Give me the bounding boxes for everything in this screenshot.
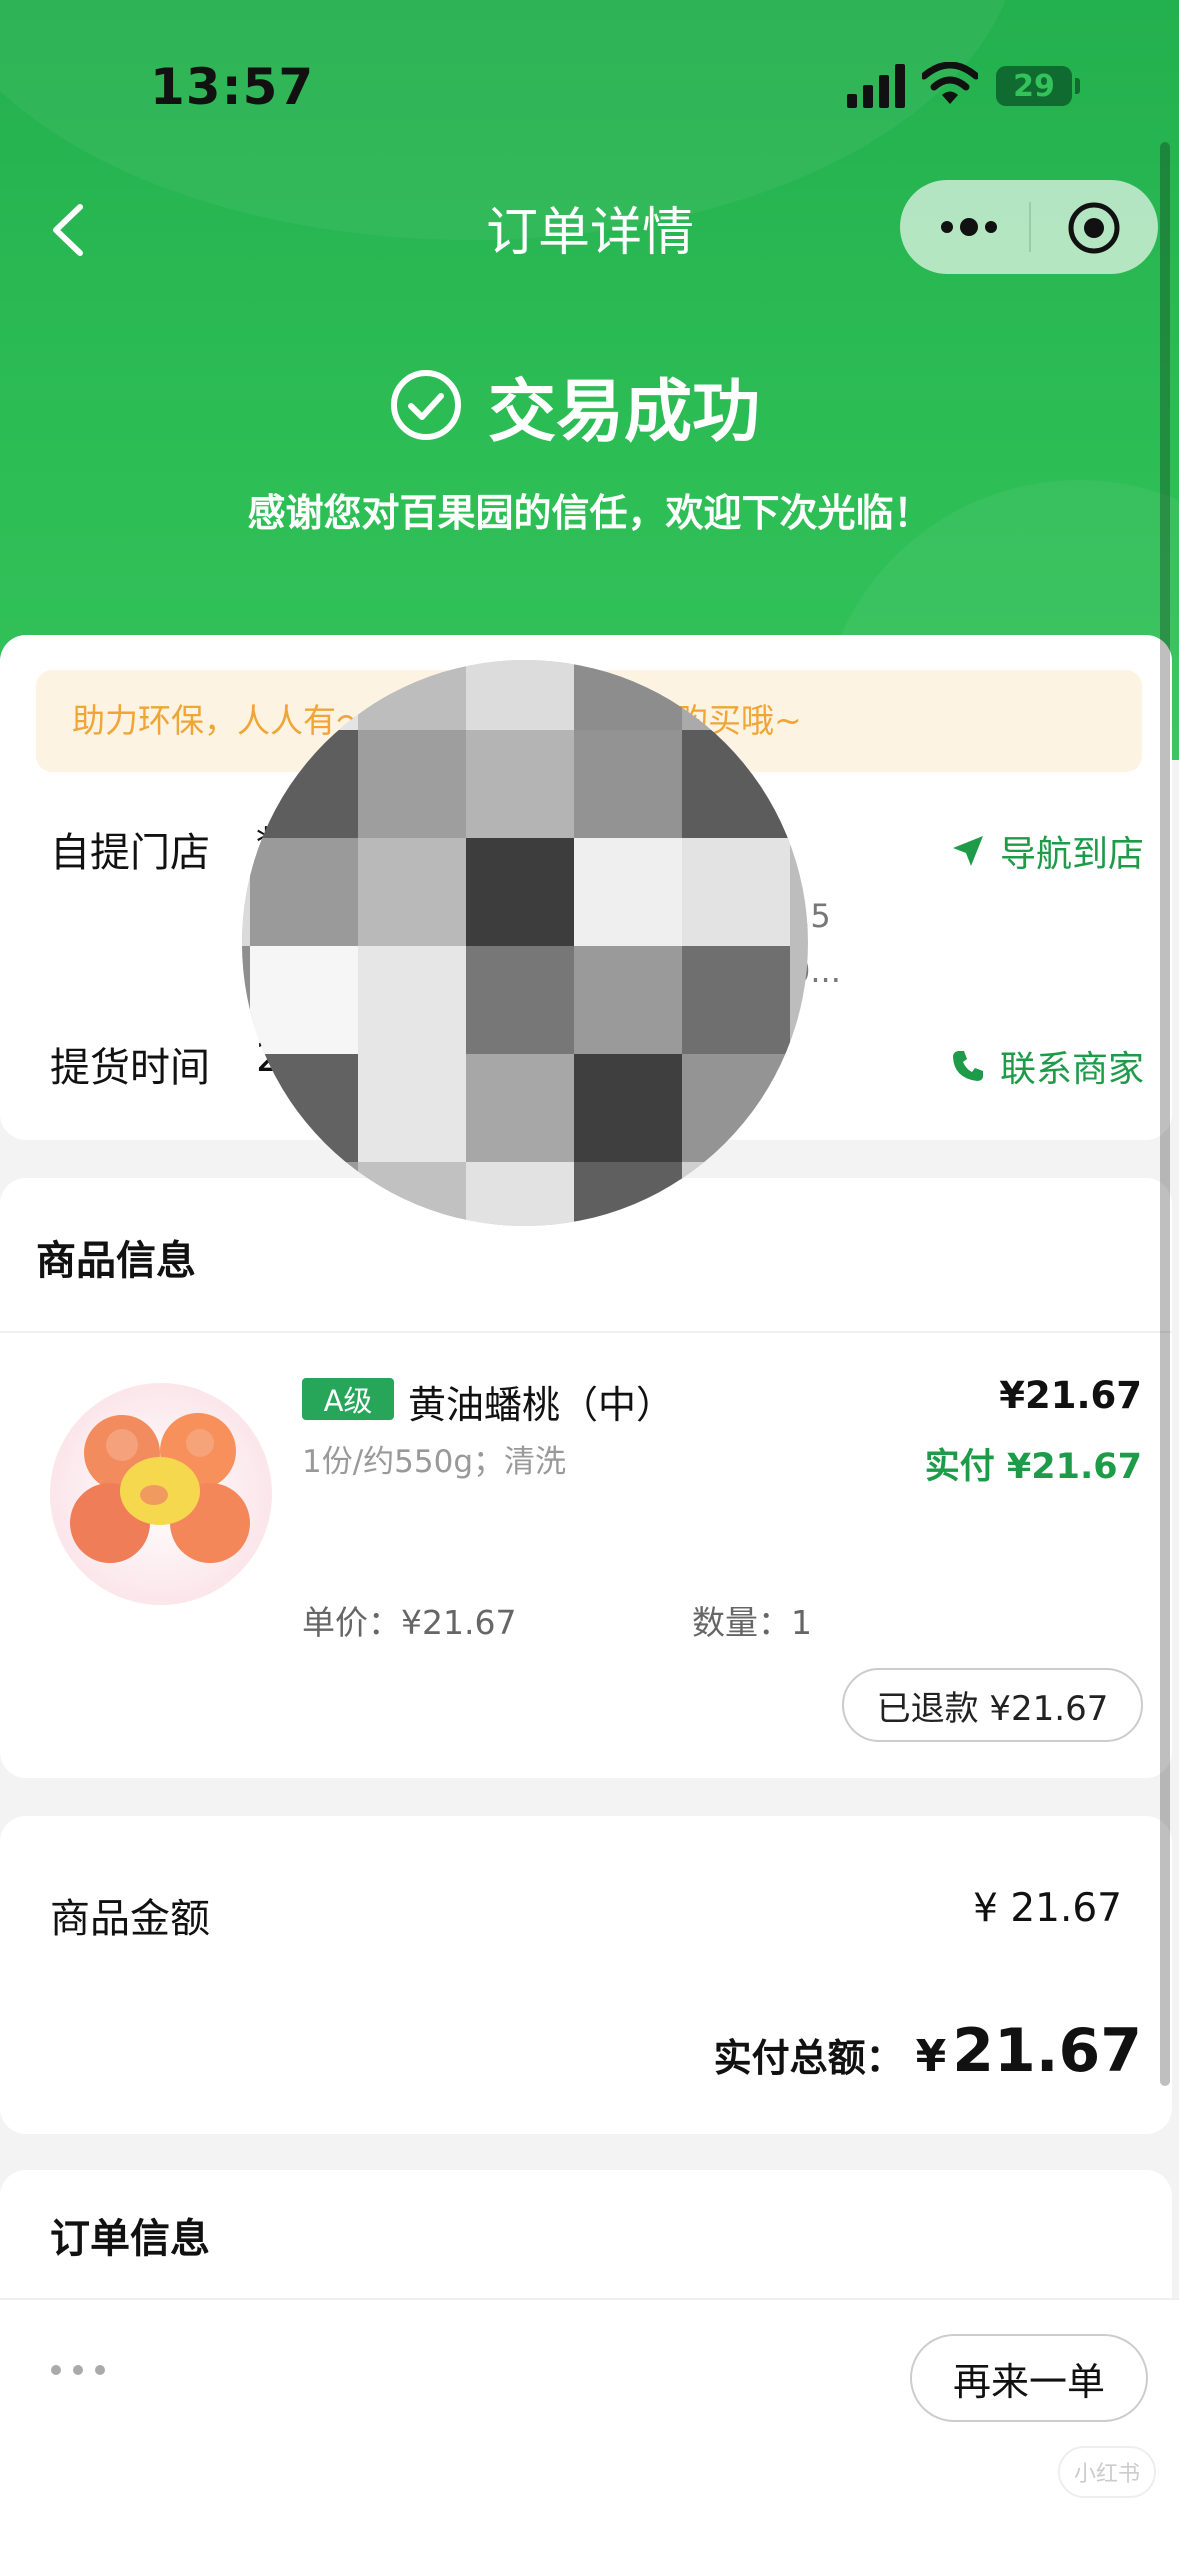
section-divider [0,1331,1172,1333]
product-paid-amount: 实付 ¥21.67 [924,1447,1142,1487]
wifi-icon [922,62,978,104]
total-paid-row: 实付总额： ¥ 21.67 [714,2016,1142,2086]
order-status: 交易成功 [390,360,760,452]
product-image[interactable] [50,1383,272,1605]
status-bar-time: 13:57 [150,58,315,116]
more-options-icon[interactable] [934,204,1004,250]
unit-price: 单价：¥21.67 [302,1603,517,1642]
total-currency: ¥ [915,2031,947,2082]
product-section-title: 商品信息 [36,1238,196,1284]
product-info-card: 商品信息 A级 黄油蟠桃（中） 1份/约550g；清洗 ¥21.67 实付 ¥2… [0,1178,1172,1778]
privacy-mosaic [242,660,808,1226]
pickup-time-label: 提货时间 [50,1045,210,1091]
amount-summary-card: 商品金额 ¥ 21.67 实付总额： ¥ 21.67 [0,1816,1172,2134]
check-circle-icon [391,370,461,440]
order-info-title: 订单信息 [50,2216,210,2262]
grade-badge: A级 [302,1378,394,1420]
total-paid-value: 21.67 [952,2016,1142,2086]
goods-amount-value: ¥ 21.67 [973,1886,1122,1931]
battery-icon: 29 [996,66,1072,106]
quantity: 数量：1 [692,1603,812,1642]
total-paid-label: 实付总额： [713,2036,904,2080]
product-price: ¥21.67 [999,1374,1142,1417]
peach-illustration [70,1413,250,1563]
phone-icon [953,1051,983,1081]
pickup-store-label: 自提门店 [50,830,210,876]
battery-level: 29 [1013,68,1055,104]
thank-you-message: 感谢您对百果园的信任，欢迎下次光临！ [247,491,932,535]
contact-merchant-button[interactable]: 联系商家 [950,1040,1144,1092]
watermark-logo: 小红书 [1058,2446,1156,2498]
scrollbar[interactable] [1160,142,1170,2086]
product-spec: 1份/约550g；清洗 [302,1444,567,1480]
goods-amount-label: 商品金额 [50,1896,210,1942]
page-title: 订单详情 [485,203,694,263]
bottom-action-bar: 再来一单 小红书 [0,2298,1179,2556]
capsule-divider [1029,202,1031,252]
refunded-button[interactable]: 已退款 ¥21.67 [842,1668,1143,1742]
order-status-title: 交易成功 [488,372,761,452]
navigate-label: 导航到店 [1000,834,1145,875]
cellular-signal-icon [847,64,905,108]
battery-tip [1075,78,1080,94]
mini-program-capsule [900,180,1158,274]
navigation-arrow-icon [953,836,983,866]
close-mini-program-icon[interactable] [1066,200,1122,256]
more-actions-icon[interactable] [48,2360,108,2380]
contact-label: 联系商家 [1000,1049,1145,1090]
navigate-to-store-button[interactable]: 导航到店 [950,825,1144,877]
back-arrow-icon[interactable] [40,195,100,265]
reorder-button[interactable]: 再来一单 [910,2334,1148,2422]
product-name[interactable]: 黄油蟠桃（中） [408,1374,674,1429]
